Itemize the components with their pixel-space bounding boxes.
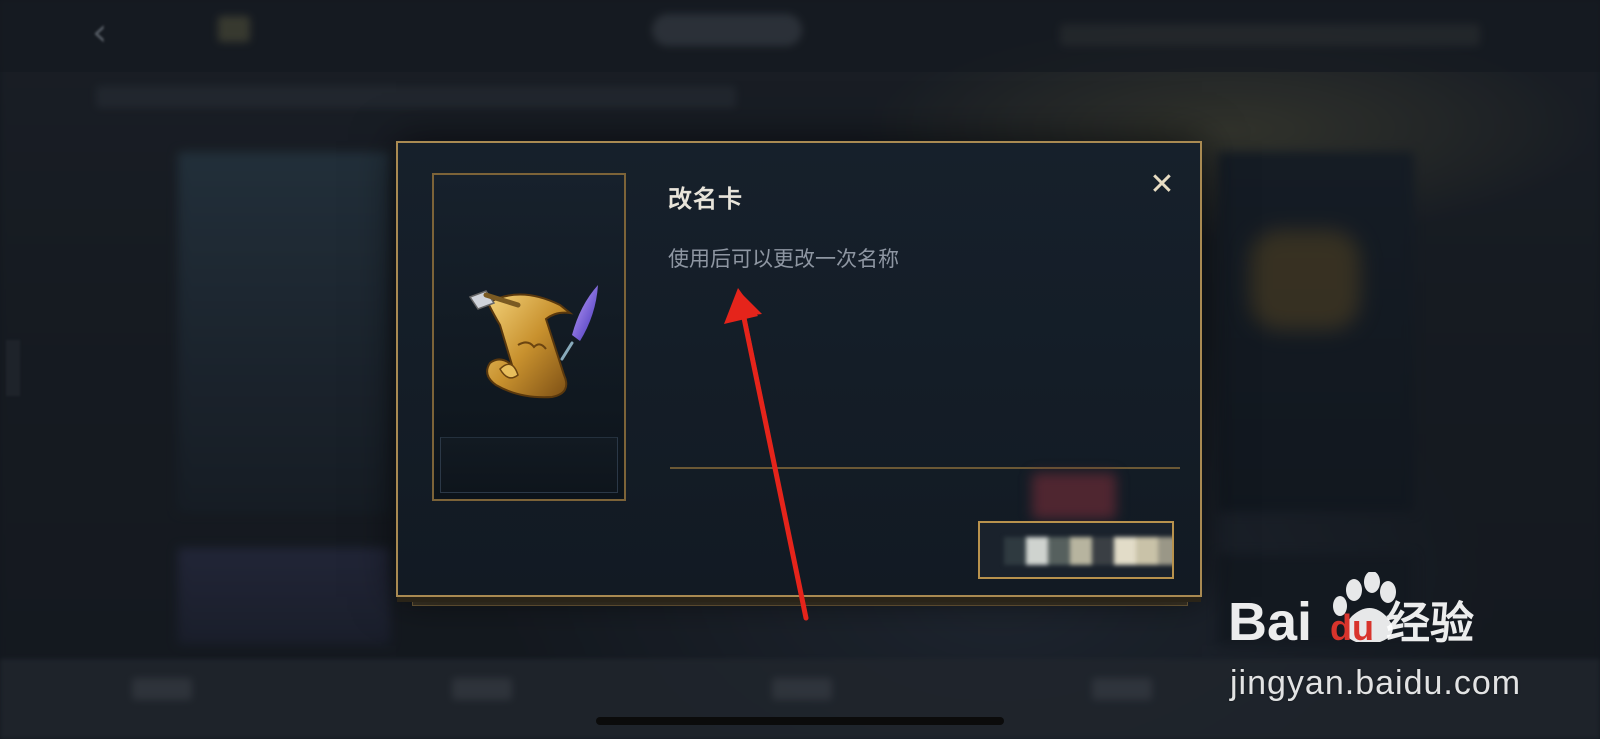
divider (670, 467, 1180, 469)
price-badge-blurred (1032, 473, 1116, 519)
svg-text:Bai: Bai (1228, 592, 1312, 652)
home-indicator[interactable] (596, 717, 1004, 725)
item-dialog: 改名卡 使用后可以更改一次名称 ✕ (396, 141, 1202, 597)
item-preview-footer (440, 437, 618, 493)
item-preview-frame (432, 173, 626, 501)
dialog-description: 使用后可以更改一次名称 (668, 247, 899, 271)
watermark-url: jingyan.baidu.com (1230, 664, 1522, 702)
scroll-quill-icon (468, 285, 598, 399)
svg-text:经验: 经验 (1386, 598, 1474, 649)
svg-text:du: du (1330, 607, 1374, 648)
dialog-title: 改名卡 (668, 185, 743, 213)
modal-shelf (412, 596, 1188, 606)
close-icon[interactable]: ✕ (1146, 169, 1178, 201)
use-button[interactable] (978, 521, 1174, 579)
use-button-label (980, 523, 1172, 577)
